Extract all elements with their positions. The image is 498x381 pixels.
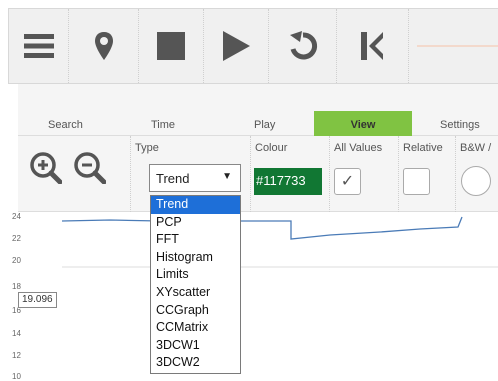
tab-time[interactable]: Time: [151, 119, 175, 131]
colour-label: Colour: [255, 142, 288, 154]
check-icon: ✓: [340, 173, 355, 190]
trend-series-line: [61, 216, 463, 240]
type-dropdown-list[interactable]: Trend PCP FFT Histogram Limits XYscatter CCGra…: [150, 195, 241, 374]
type-option-xyscatter[interactable]: XYscatter: [151, 284, 240, 302]
chart-canvas: [61, 216, 498, 268]
skip-back-button[interactable]: [337, 9, 409, 83]
undo-icon: [289, 31, 317, 60]
colour-swatch[interactable]: #117733: [254, 168, 322, 195]
trend-chart[interactable]: 24 22 20 18 16 14 12 10 19.096: [0, 212, 498, 381]
map-pin-icon: [94, 32, 113, 60]
undo-button[interactable]: [269, 9, 337, 83]
zoom-in-button[interactable]: [30, 152, 63, 189]
type-option-3dcw1[interactable]: 3DCW1: [151, 337, 240, 355]
main-toolbar: [8, 8, 498, 84]
all-values-checkbox[interactable]: ✓: [334, 168, 361, 195]
type-label: Type: [135, 142, 159, 154]
map-pin-button[interactable]: [69, 9, 139, 83]
type-option-3dcw2[interactable]: 3DCW2: [151, 354, 240, 372]
type-option-trend[interactable]: Trend: [151, 196, 240, 214]
bw-radio[interactable]: [461, 166, 491, 196]
view-panel: Type Trend ▼ Colour #117733 All Values ✓…: [18, 136, 498, 212]
type-option-fft[interactable]: FFT: [151, 231, 240, 249]
type-select[interactable]: Trend ▼: [149, 164, 241, 192]
type-option-pcp[interactable]: PCP: [151, 214, 240, 232]
caret-down-icon: ▼: [222, 171, 232, 182]
tab-play[interactable]: Play: [254, 119, 275, 131]
play-icon: [223, 31, 250, 61]
skip-back-icon: [360, 32, 383, 60]
colour-value: #117733: [256, 173, 306, 188]
zoom-in-icon: [30, 152, 63, 185]
tab-strip: Search Time Play View Settings: [18, 84, 498, 136]
value-readout: 19.096: [18, 292, 57, 308]
time-slider-track[interactable]: [417, 45, 498, 47]
type-option-limits[interactable]: Limits: [151, 266, 240, 284]
menu-button[interactable]: [9, 9, 69, 83]
play-button[interactable]: [204, 9, 269, 83]
zoom-out-icon: [74, 152, 107, 185]
all-values-label: All Values: [334, 142, 383, 154]
type-option-ccgraph[interactable]: CCGraph: [151, 302, 240, 320]
bw-label: B&W /: [460, 142, 492, 154]
relative-label: Relative: [403, 142, 443, 154]
type-select-value: Trend: [156, 171, 190, 186]
menu-icon: [23, 34, 54, 58]
tab-search[interactable]: Search: [48, 119, 83, 131]
type-option-histogram[interactable]: Histogram: [151, 249, 240, 267]
stop-button[interactable]: [139, 9, 204, 83]
stop-icon: [157, 32, 185, 60]
tab-view[interactable]: View: [314, 111, 412, 136]
zoom-out-button[interactable]: [74, 152, 107, 189]
relative-checkbox[interactable]: [403, 168, 430, 195]
type-option-ccmatrix[interactable]: CCMatrix: [151, 319, 240, 337]
tab-settings[interactable]: Settings: [440, 119, 480, 131]
